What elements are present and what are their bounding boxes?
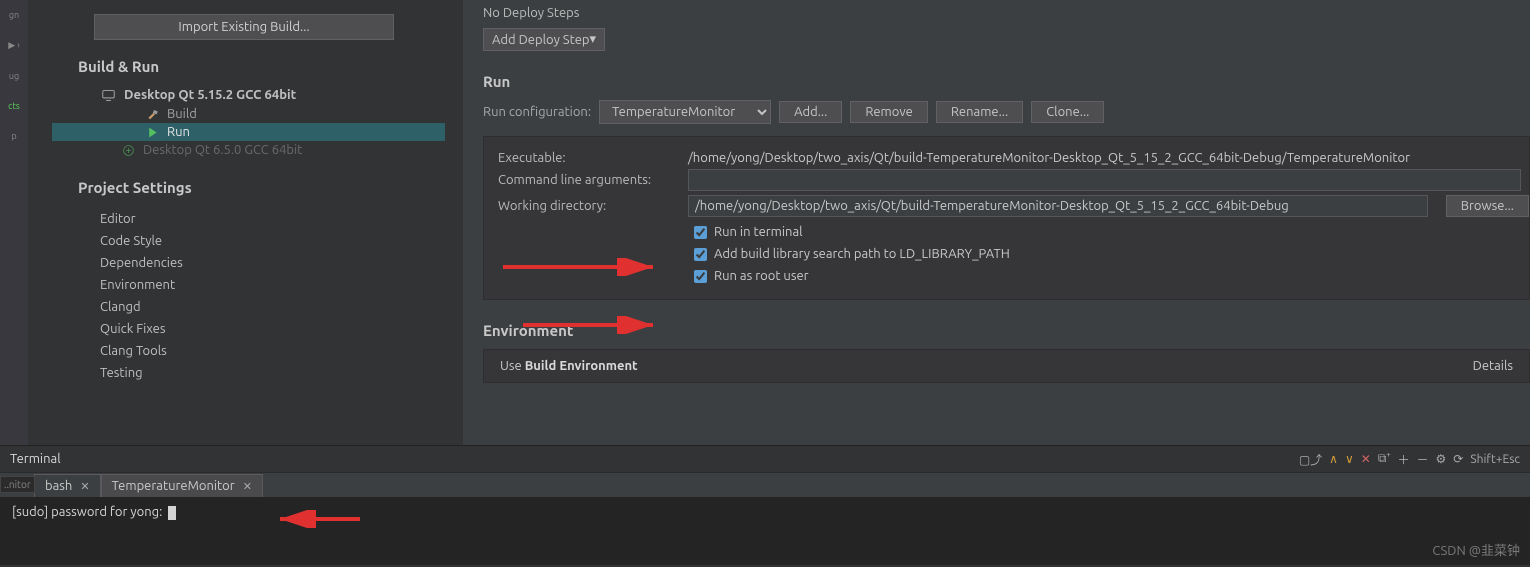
- import-build-button[interactable]: Import Existing Build...: [94, 14, 394, 40]
- ld-path-label: Add build library search path to LD_LIBR…: [714, 247, 1010, 261]
- play-icon: [146, 126, 159, 139]
- terminal-tab-bash[interactable]: bash ✕: [34, 474, 101, 497]
- gear-icon[interactable]: ⚙: [1436, 452, 1447, 466]
- settings-quick-fixes[interactable]: Quick Fixes: [100, 318, 445, 340]
- terminal-cursor: [168, 506, 176, 520]
- left-collapsed-tab[interactable]: ..nitor: [0, 476, 35, 493]
- project-settings-heading: Project Settings: [78, 179, 445, 196]
- wd-label: Working directory:: [498, 199, 678, 213]
- term-down-icon[interactable]: ∨: [1345, 452, 1354, 466]
- kit-inactive[interactable]: Desktop Qt 6.5.0 GCC 64bit: [78, 141, 445, 159]
- kit-name: Desktop Qt 5.15.2 GCC 64bit: [124, 88, 296, 102]
- term-new-tab-icon[interactable]: ⧉⁺: [1378, 452, 1391, 466]
- settings-editor[interactable]: Editor: [100, 208, 445, 230]
- add-deploy-button[interactable]: Add Deploy Step▾: [483, 28, 605, 51]
- kit-build-label: Build: [167, 107, 197, 121]
- kit-inactive-label: Desktop Qt 6.5.0 GCC 64bit: [143, 143, 302, 157]
- settings-dependencies[interactable]: Dependencies: [100, 252, 445, 274]
- env-use-label: Use: [500, 359, 525, 373]
- monitor-icon: [102, 89, 115, 102]
- env-heading: Environment: [483, 322, 1530, 339]
- project-sidebar: Import Existing Build... Build & Run Des…: [28, 0, 463, 445]
- run-in-terminal-checkbox[interactable]: [694, 226, 707, 239]
- terminal-title: Terminal: [10, 452, 61, 466]
- executable-label: Executable:: [498, 151, 678, 165]
- term-up-icon[interactable]: ∧: [1329, 452, 1338, 466]
- close-icon[interactable]: ✕: [80, 480, 89, 493]
- tab-label: bash: [45, 479, 72, 493]
- iconbar-item[interactable]: ▶ ›: [3, 40, 25, 51]
- kit-active[interactable]: Desktop Qt 5.15.2 GCC 64bit: [78, 85, 445, 105]
- mode-iconbar: gn ▶ › ug cts p: [0, 0, 28, 445]
- no-deploy-text: No Deploy Steps: [483, 6, 1530, 20]
- args-input[interactable]: [688, 169, 1521, 191]
- iconbar-item[interactable]: p: [3, 131, 25, 141]
- env-use-row: Use Build Environment Details: [483, 349, 1530, 383]
- terminal-tab-process[interactable]: TemperatureMonitor ✕: [101, 474, 263, 497]
- ld-path-checkbox[interactable]: [694, 248, 707, 261]
- rename-button[interactable]: Rename...: [936, 101, 1023, 123]
- term-minus-icon[interactable]: －: [1417, 451, 1429, 468]
- run-heading: Run: [483, 73, 1530, 90]
- annotation-arrow: [270, 510, 360, 528]
- close-icon[interactable]: ✕: [243, 480, 252, 493]
- add-kit-icon: [122, 144, 135, 157]
- iconbar-item[interactable]: cts: [3, 101, 25, 111]
- main-panel: No Deploy Steps Add Deploy Step▾ Run Run…: [463, 0, 1530, 445]
- hammer-icon: [146, 108, 159, 121]
- run-in-terminal-label: Run in terminal: [714, 225, 803, 239]
- run-as-root-label: Run as root user: [714, 269, 809, 283]
- term-tool-icon[interactable]: ▢⤴: [1299, 451, 1322, 468]
- run-config-select[interactable]: TemperatureMonitor: [599, 100, 771, 124]
- chevron-down-icon: ▾: [590, 32, 597, 47]
- wd-input[interactable]: [688, 195, 1428, 217]
- run-settings-panel: Executable: /home/yong/Desktop/two_axis/…: [483, 136, 1530, 300]
- settings-clang-tools[interactable]: Clang Tools: [100, 340, 445, 362]
- browse-button[interactable]: Browse...: [1446, 195, 1529, 217]
- kit-build-item[interactable]: Build: [78, 105, 445, 123]
- term-close-icon[interactable]: ✕: [1361, 452, 1371, 466]
- iconbar-item[interactable]: ug: [3, 71, 25, 81]
- terminal-panel: Terminal ▢⤴ ∧ ∨ ✕ ⧉⁺ ＋ － ⚙ ⟳ Shift+Esc b…: [0, 445, 1530, 565]
- settings-testing[interactable]: Testing: [100, 362, 445, 384]
- add-deploy-label: Add Deploy Step: [492, 33, 590, 47]
- remove-button[interactable]: Remove: [850, 101, 928, 123]
- clone-button[interactable]: Clone...: [1031, 101, 1104, 123]
- settings-code-style[interactable]: Code Style: [100, 230, 445, 252]
- kit-run-label: Run: [167, 125, 190, 139]
- executable-path: /home/yong/Desktop/two_axis/Qt/build-Tem…: [688, 151, 1410, 165]
- add-button[interactable]: Add...: [779, 101, 842, 123]
- run-as-root-checkbox[interactable]: [694, 270, 707, 283]
- build-run-heading: Build & Run: [78, 58, 445, 75]
- args-label: Command line arguments:: [498, 173, 678, 187]
- run-config-label: Run configuration:: [483, 105, 591, 119]
- watermark: CSDN @韭菜钟: [1432, 540, 1520, 559]
- term-shortcut: Shift+Esc: [1470, 453, 1520, 466]
- settings-clangd[interactable]: Clangd: [100, 296, 445, 318]
- iconbar-item[interactable]: gn: [3, 10, 25, 20]
- env-use-value: Build Environment: [525, 359, 638, 373]
- details-link[interactable]: Details: [1473, 359, 1513, 373]
- zoom-icon[interactable]: ⟳: [1453, 452, 1463, 466]
- term-plus-icon[interactable]: ＋: [1397, 451, 1409, 468]
- terminal-text: [sudo] password for yong:: [12, 505, 165, 519]
- tab-label: TemperatureMonitor: [112, 479, 235, 493]
- kit-run-item[interactable]: Run: [52, 123, 445, 141]
- settings-environment[interactable]: Environment: [100, 274, 445, 296]
- terminal-output[interactable]: [sudo] password for yong:: [0, 497, 1530, 565]
